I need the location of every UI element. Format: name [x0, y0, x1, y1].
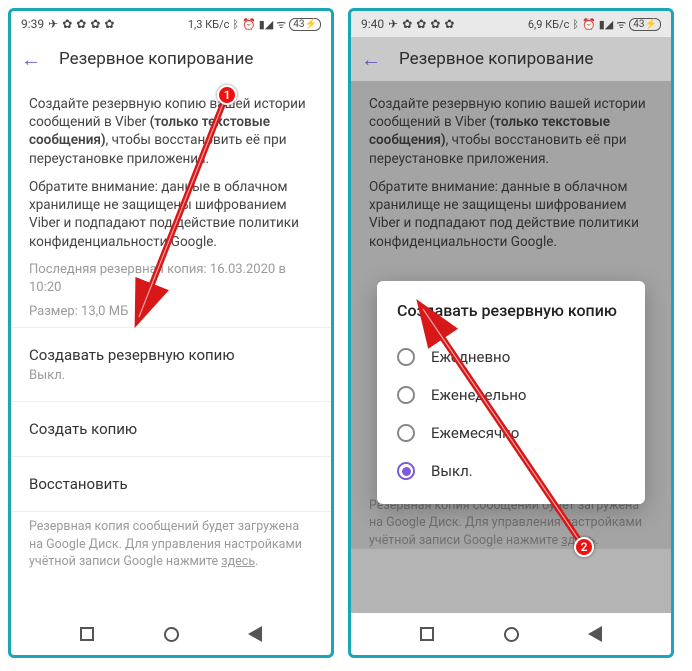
back-icon[interactable]: ←	[361, 47, 381, 72]
home-button[interactable]	[504, 627, 519, 642]
gear-icon: ✿	[430, 17, 440, 31]
back-button[interactable]	[588, 626, 602, 642]
back-button[interactable]	[248, 626, 262, 642]
status-bar: 9:39 ✈ ✿ ✿ ✿ ✿ 1,3 КБ/с ᛒ ⏰ ▮◢ ᯤ 43⚡	[11, 11, 331, 37]
row-title: Восстановить	[29, 475, 313, 493]
gear-icon: ✿	[416, 17, 426, 31]
app-bar: ← Резервное копирование	[11, 37, 331, 81]
phone-right: 9:40 ✈ ✿ ✿ ✿ ✿ 6,9 КБ/с ᛒ ⏰ ▮◢ ᯤ 43⚡ ← Р…	[348, 8, 674, 658]
radio-icon	[397, 386, 415, 404]
alarm-icon: ⏰	[582, 18, 596, 31]
dialog-title: Создавать резервную копию	[397, 301, 625, 320]
back-icon[interactable]: ←	[21, 47, 41, 72]
option-label: Выкл.	[431, 462, 473, 480]
gear-icon: ✿	[104, 17, 114, 31]
home-button[interactable]	[164, 627, 179, 642]
row-subtitle: Выкл.	[29, 368, 313, 383]
row-title: Создать копию	[29, 420, 313, 438]
net-speed: 6,9 КБ/с	[528, 18, 570, 31]
gear-icon: ✿	[62, 17, 72, 31]
annotation-badge-2: 2	[574, 537, 594, 557]
wifi-icon: ᯤ	[616, 17, 626, 32]
annotation-badge-1: 1	[217, 85, 237, 105]
gear-icon: ✿	[76, 17, 86, 31]
phone-left: 9:39 ✈ ✿ ✿ ✿ ✿ 1,3 КБ/с ᛒ ⏰ ▮◢ ᯤ 43⚡ ← Р…	[8, 8, 334, 658]
battery-icon: 43⚡	[629, 18, 661, 31]
option-weekly[interactable]: Еженедельно	[397, 376, 625, 414]
backup-frequency-dialog: Создавать резервную копию Ежедневно Ежен…	[377, 281, 645, 504]
row-schedule-backup[interactable]: Создавать резервную копию Выкл.	[29, 334, 313, 395]
android-nav-bar	[11, 613, 331, 655]
intro-paragraph: Создайте резервную копию вашей истории с…	[29, 95, 313, 168]
net-speed: 1,3 КБ/с	[188, 18, 230, 31]
gear-icon: ✿	[90, 17, 100, 31]
backup-size: Размер: 13,0 МБ	[29, 303, 313, 321]
link-here[interactable]: здесь	[221, 554, 255, 569]
wifi-icon: ᯤ	[276, 17, 286, 32]
option-label: Еженедельно	[431, 386, 526, 404]
app-bar: ← Резервное копирование	[351, 37, 671, 81]
divider	[11, 327, 331, 328]
page-title: Резервное копирование	[399, 49, 593, 69]
option-label: Ежедневно	[431, 348, 510, 366]
divider	[11, 401, 331, 402]
dialog-backdrop[interactable]: Создавать резервную копию Ежедневно Ежен…	[351, 81, 671, 613]
option-label: Ежемесячно	[431, 424, 519, 442]
status-time: 9:39	[21, 17, 44, 31]
recents-button[interactable]	[420, 627, 434, 641]
alarm-icon: ⏰	[242, 18, 256, 31]
row-title: Создавать резервную копию	[29, 346, 313, 364]
recents-button[interactable]	[80, 627, 94, 641]
signal-icon: ▮◢	[599, 18, 614, 31]
divider	[11, 511, 331, 512]
option-monthly[interactable]: Ежемесячно	[397, 414, 625, 452]
android-nav-bar	[351, 613, 671, 655]
warning-paragraph: Обратите внимание: данные в облачном хра…	[29, 178, 313, 251]
main-content: Создайте резервную копию вашей истории с…	[11, 81, 331, 613]
gear-icon: ✿	[402, 17, 412, 31]
bluetooth-icon: ᛒ	[232, 18, 239, 31]
row-restore[interactable]: Восстановить	[29, 463, 313, 505]
telegram-icon: ✈	[48, 17, 58, 31]
footer-note: Резервная копия сообщений будет загружен…	[29, 518, 313, 571]
status-bar: 9:40 ✈ ✿ ✿ ✿ ✿ 6,9 КБ/с ᛒ ⏰ ▮◢ ᯤ 43⚡	[351, 11, 671, 37]
row-create-backup[interactable]: Создать копию	[29, 408, 313, 450]
gear-icon: ✿	[444, 17, 454, 31]
bluetooth-icon: ᛒ	[572, 18, 579, 31]
telegram-icon: ✈	[388, 17, 398, 31]
radio-icon	[397, 348, 415, 366]
status-time: 9:40	[361, 17, 384, 31]
option-daily[interactable]: Ежедневно	[397, 338, 625, 376]
radio-icon	[397, 424, 415, 442]
divider	[11, 456, 331, 457]
page-title: Резервное копирование	[59, 49, 253, 69]
main-content: Создайте резервную копию вашей истории с…	[351, 81, 671, 613]
battery-icon: 43⚡	[289, 18, 321, 31]
last-backup: Последняя резервная копия: 16.03.2020 в …	[29, 261, 313, 297]
radio-icon	[397, 462, 415, 480]
option-off[interactable]: Выкл.	[397, 452, 625, 490]
signal-icon: ▮◢	[259, 18, 274, 31]
